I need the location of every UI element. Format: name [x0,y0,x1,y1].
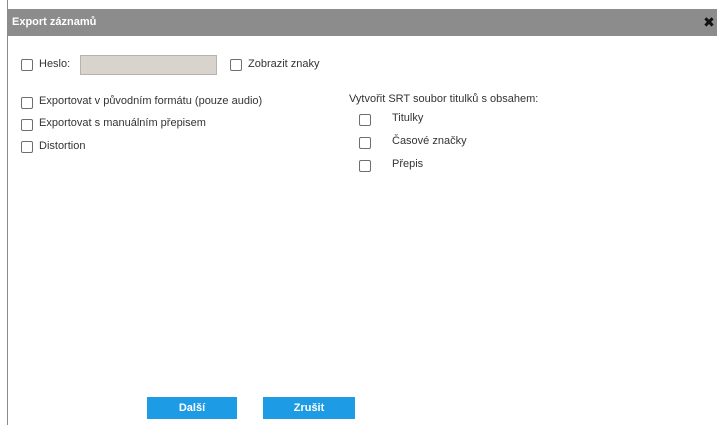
dialog-titlebar: Export záznamů ✖ [8,9,717,36]
export-original-label: Exportovat v původním formátu (pouze aud… [39,95,263,107]
srt-timestamps-checkbox[interactable] [359,137,371,149]
export-manual-transcript-checkbox[interactable] [21,119,33,131]
next-button[interactable]: Další [147,397,237,419]
password-checkbox[interactable] [21,59,33,71]
srt-subtitles-label: Titulky [392,112,424,124]
srt-subtitles-checkbox[interactable] [359,114,371,126]
password-input[interactable] [80,55,217,75]
srt-transcript-checkbox[interactable] [359,160,371,172]
export-manual-transcript-label: Exportovat s manuálním přepisem [39,117,206,129]
srt-timestamps-label: Časové značky [392,135,467,147]
srt-transcript-label: Přepis [392,158,424,170]
close-icon[interactable]: ✖ [702,13,716,31]
show-chars-checkbox[interactable] [230,59,242,71]
dialog-title: Export záznamů [12,16,97,28]
export-original-checkbox[interactable] [21,97,33,109]
cancel-button[interactable]: Zrušit [263,397,355,419]
distortion-checkbox[interactable] [21,141,33,153]
export-dialog: Export záznamů ✖ Heslo: Zobrazit znaky E… [7,0,717,425]
srt-heading: Vytvořit SRT soubor titulků s obsahem: [349,93,539,105]
distortion-label: Distortion [39,140,86,152]
show-chars-label: Zobrazit znaky [248,58,320,70]
password-label: Heslo: [39,58,71,70]
